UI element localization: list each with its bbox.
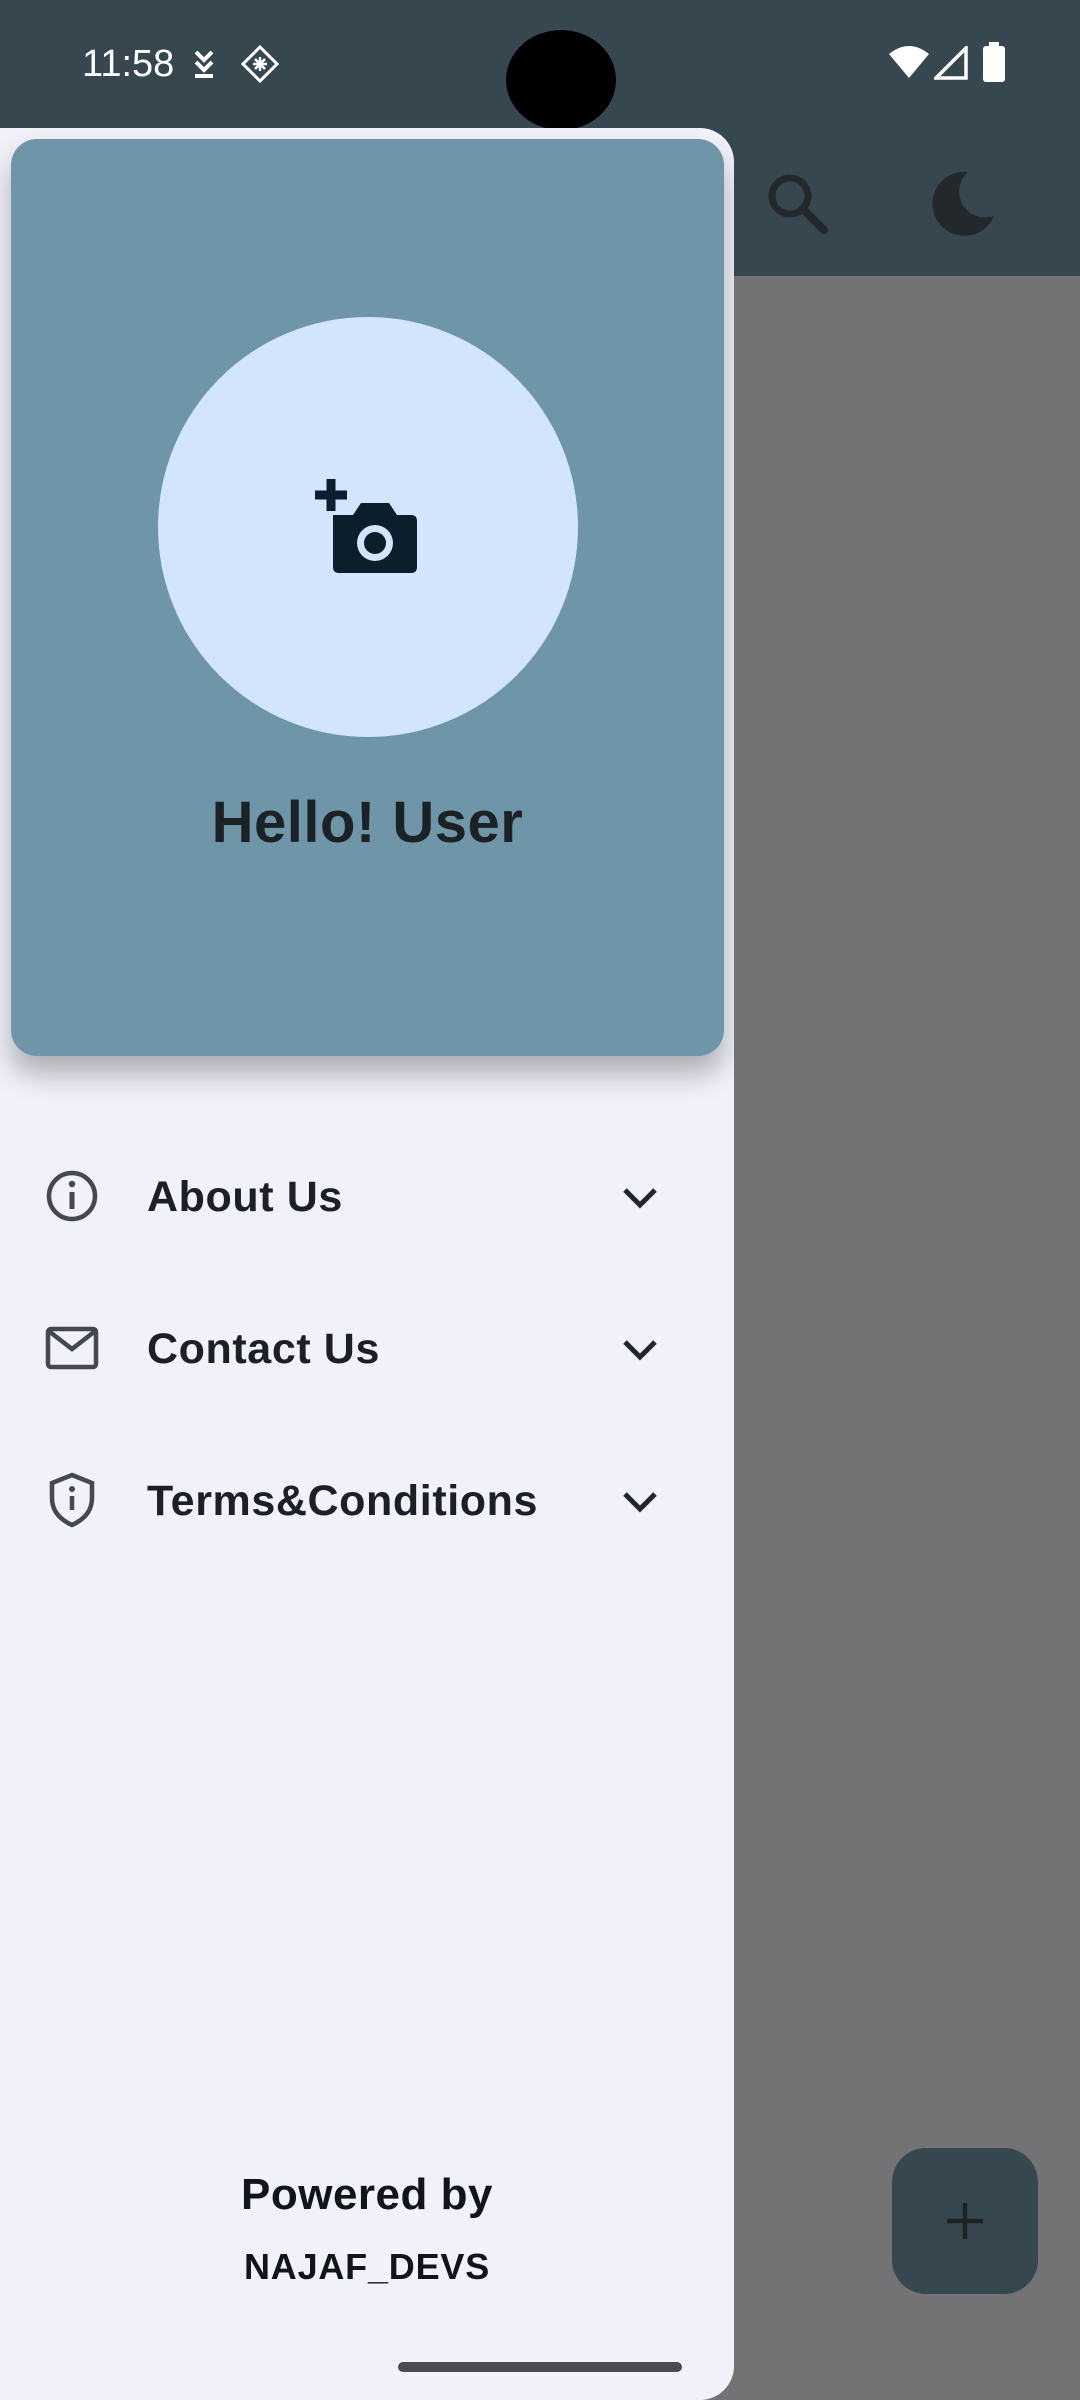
info-icon xyxy=(46,1170,98,1222)
camera-cutout xyxy=(506,30,616,130)
drawer-header: Hello! User xyxy=(11,139,724,1056)
chevron-down-icon[interactable] xyxy=(616,1478,664,1526)
download-status-icon xyxy=(194,50,214,78)
shield-icon xyxy=(49,1472,95,1528)
menu-item-about-us[interactable]: About Us xyxy=(0,1130,734,1260)
battery-icon xyxy=(983,42,1005,82)
status-time: 11:58 xyxy=(82,43,175,85)
navigation-drawer: Hello! User About Us Contact Us Terms&Co… xyxy=(0,128,734,2400)
menu-item-label: Contact Us xyxy=(147,1325,380,1373)
menu-item-contact-us[interactable]: Contact Us xyxy=(0,1282,734,1412)
menu-item-label: About Us xyxy=(147,1173,343,1221)
developer-name: NAJAF_DEVS xyxy=(243,2246,491,2287)
mail-icon xyxy=(45,1326,99,1370)
chevron-down-icon[interactable] xyxy=(616,1174,664,1222)
wifi-icon xyxy=(889,46,929,78)
app-grid-icon xyxy=(240,44,280,84)
menu-item-terms-conditions[interactable]: Terms&Conditions xyxy=(0,1434,734,1564)
search-icon[interactable] xyxy=(764,170,830,236)
avatar-add-photo-button[interactable] xyxy=(158,317,578,737)
powered-by-text: Powered by xyxy=(241,2170,493,2219)
chevron-down-icon[interactable] xyxy=(616,1326,664,1374)
gesture-nav-handle[interactable] xyxy=(398,2362,682,2372)
menu-item-label: Terms&Conditions xyxy=(147,1477,539,1525)
status-bar: 11:58 xyxy=(0,0,1080,130)
add-fab-button[interactable] xyxy=(892,2148,1038,2294)
add-icon xyxy=(947,2203,983,2239)
signal-icon xyxy=(934,46,968,80)
add-photo-icon xyxy=(315,479,417,573)
dark-mode-icon[interactable] xyxy=(928,168,998,238)
greeting-text: Hello! User xyxy=(211,790,524,855)
